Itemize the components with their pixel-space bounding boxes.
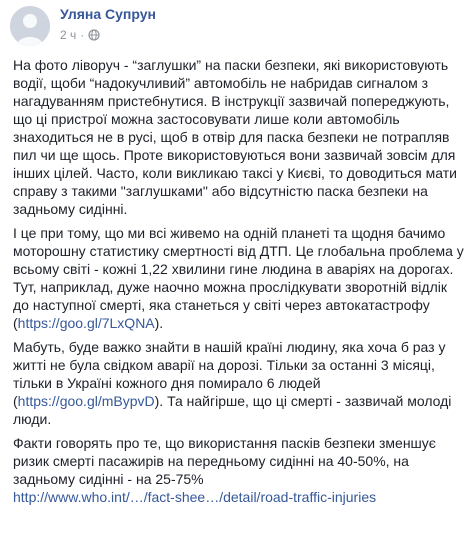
- avatar-image: [10, 6, 50, 46]
- post-paragraph: На фото ліворуч - “заглушки” на паски бе…: [13, 57, 457, 217]
- post-paragraph: І це при тому, що ми всі живемо на одній…: [13, 225, 464, 331]
- avatar[interactable]: [10, 6, 50, 46]
- post-paragraph: Факти говорять про те, що використання п…: [13, 435, 436, 505]
- post-body: На фото ліворуч - “заглушки” на паски бе…: [13, 56, 465, 512]
- author-name[interactable]: Уляна Супрун: [60, 6, 156, 22]
- meta-separator: ·: [80, 28, 85, 42]
- post-link[interactable]: https://goo.gl/mBypvD: [18, 393, 155, 409]
- post-paragraph: Мабуть, буде важко знайти в нашій країні…: [13, 339, 452, 427]
- post-link[interactable]: https://goo.gl/7LxQNA: [18, 315, 155, 331]
- globe-icon[interactable]: [88, 29, 100, 41]
- post-timestamp[interactable]: 2 ч: [60, 28, 76, 42]
- post-link[interactable]: http://www.who.int/…/fact-shee…/detail/r…: [13, 489, 376, 505]
- post-meta: 2 ч ·: [60, 28, 100, 42]
